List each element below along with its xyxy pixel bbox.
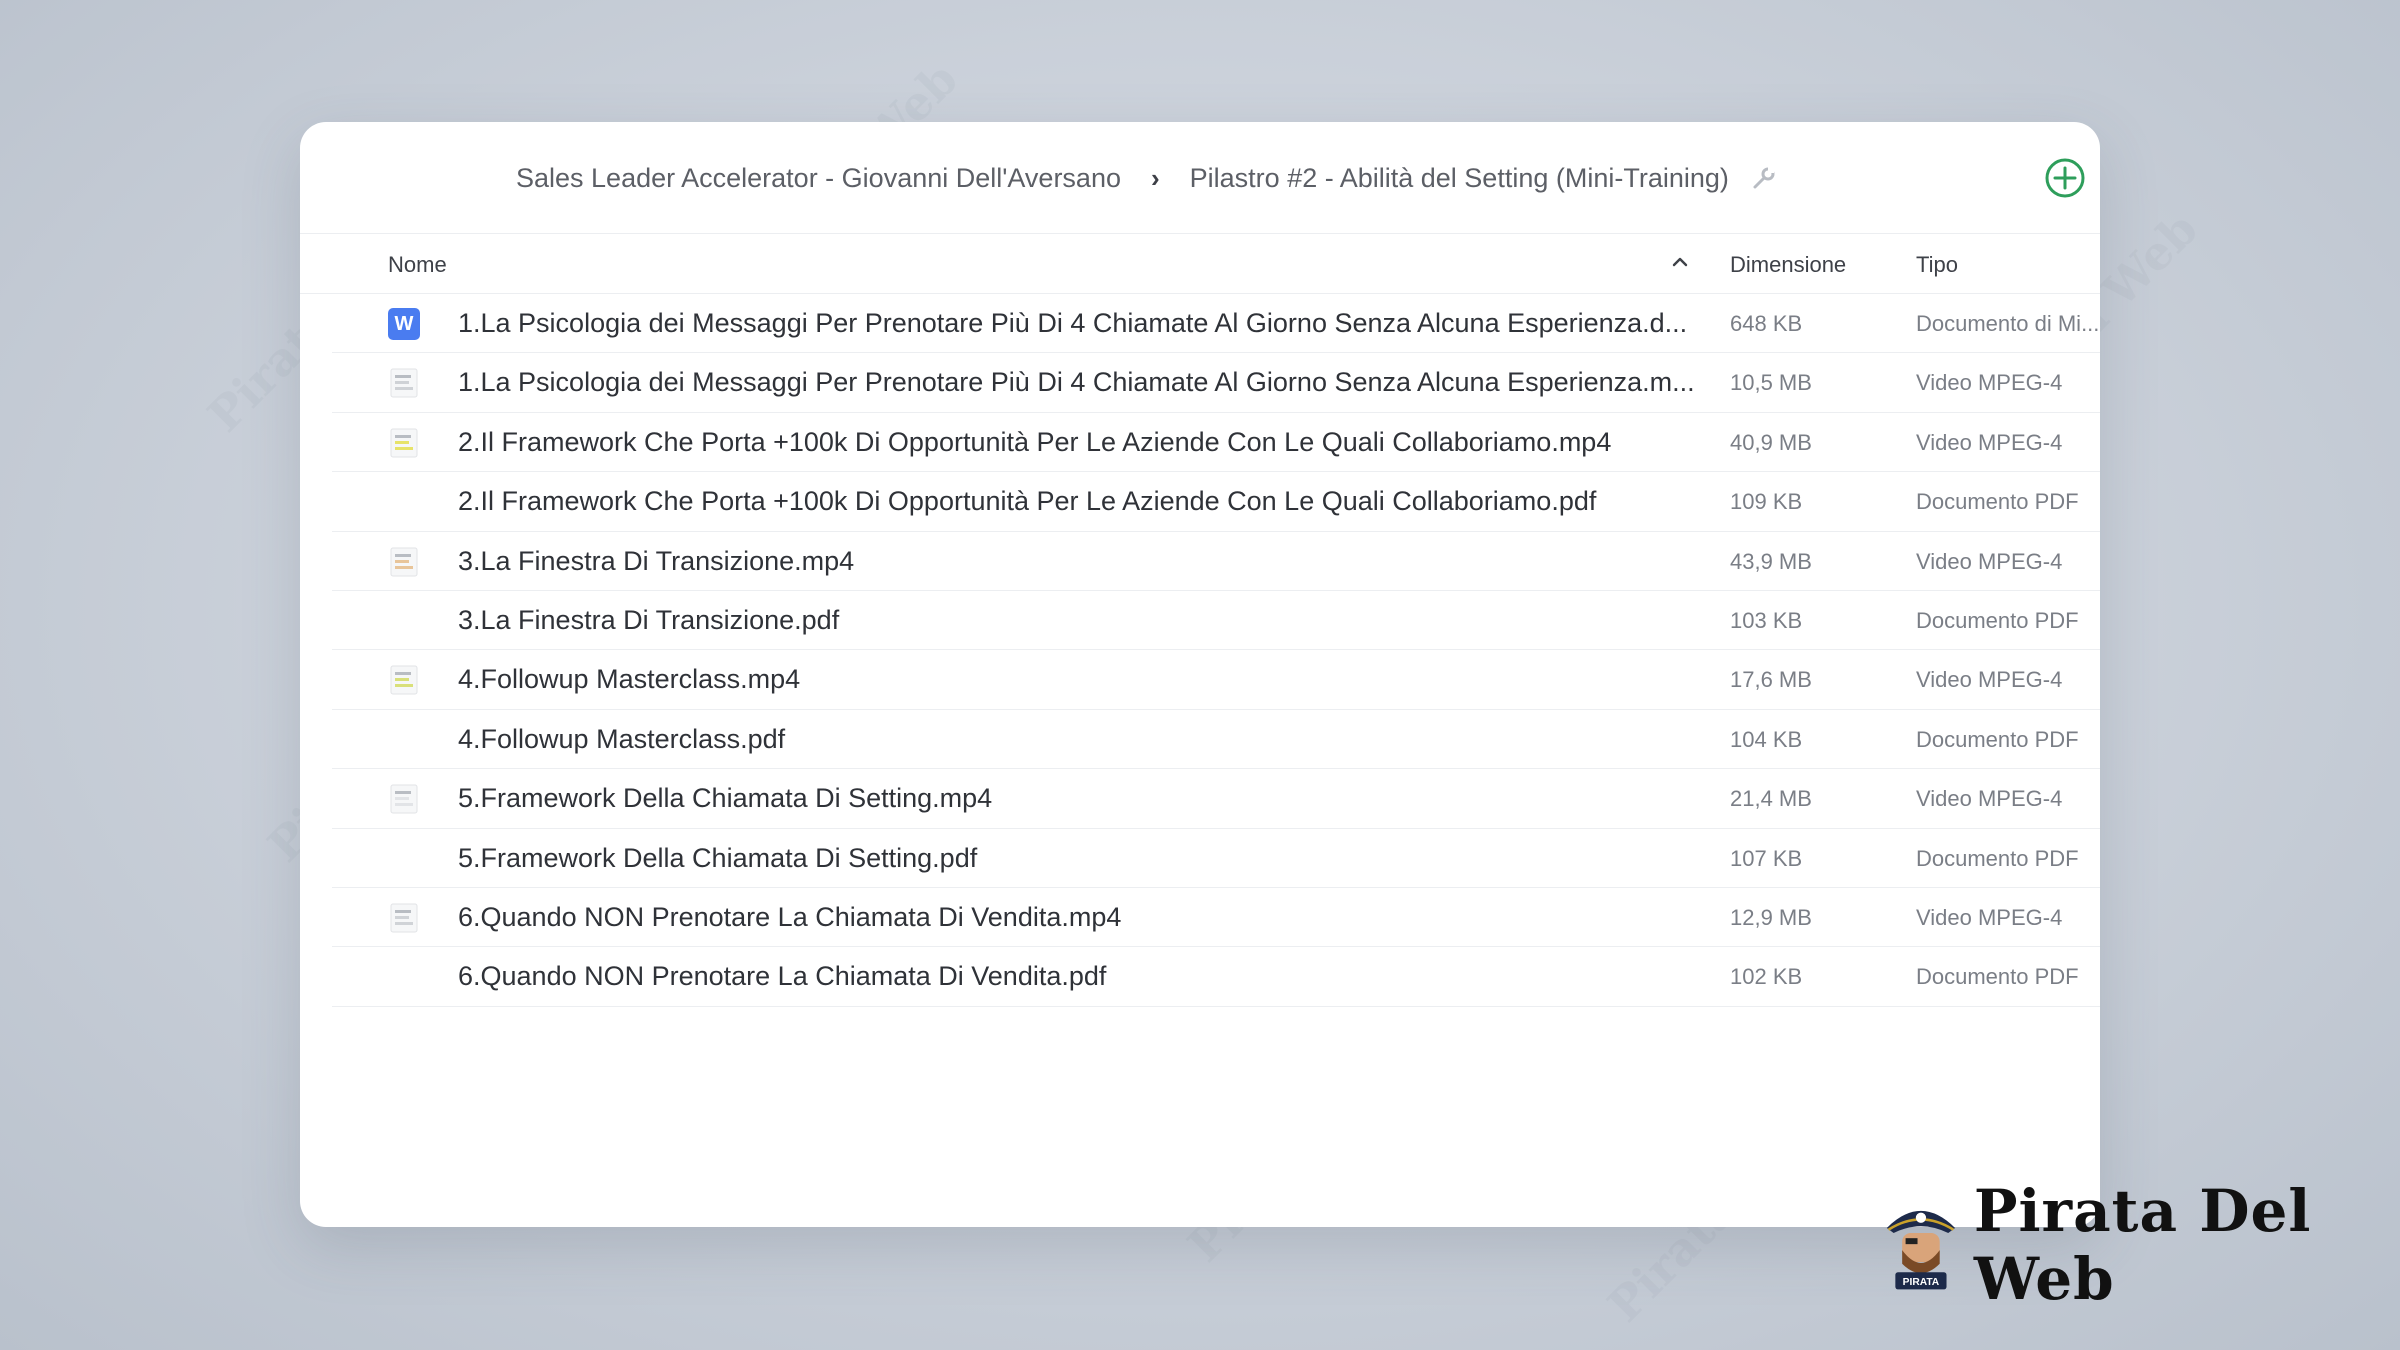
file-type: Documento PDF: [1916, 964, 2079, 990]
video-thumbnail-icon: [388, 783, 420, 815]
file-type: Documento PDF: [1916, 607, 2079, 633]
file-size: 107 KB: [1730, 845, 1803, 871]
file-name[interactable]: 4.Followup Masterclass.pdf: [458, 724, 1698, 755]
file-size: 40,9 MB: [1730, 429, 1812, 455]
pdf-icon: [388, 961, 420, 993]
video-thumbnail-icon: [388, 664, 420, 696]
pirate-logo-icon: PIRATA: [1886, 1210, 1956, 1290]
file-type: Documento PDF: [1916, 845, 2079, 871]
file-type: Video MPEG-4: [1916, 667, 2063, 693]
file-row[interactable]: W 1.La Psicologia dei Messaggi Per Prenot…: [332, 294, 2100, 354]
file-name[interactable]: 1.La Psicologia dei Messaggi Per Prenota…: [458, 308, 1698, 339]
file-row[interactable]: 6.Quando NON Prenotare La Chiamata Di Ve…: [332, 947, 2100, 1007]
file-name[interactable]: 4.Followup Masterclass.mp4: [458, 664, 1698, 695]
pdf-icon: [388, 724, 420, 756]
video-thumbnail-icon: [388, 546, 420, 578]
word-doc-icon: W: [388, 308, 420, 340]
file-row[interactable]: 1.La Psicologia dei Messaggi Per Prenota…: [332, 353, 2100, 413]
file-name[interactable]: 6.Quando NON Prenotare La Chiamata Di Ve…: [458, 961, 1698, 992]
file-size: 10,5 MB: [1730, 370, 1812, 396]
file-list: W 1.La Psicologia dei Messaggi Per Prenot…: [332, 294, 2100, 1007]
column-header-name[interactable]: Nome: [388, 252, 447, 278]
add-button[interactable]: [2044, 157, 2086, 199]
plus-circle-icon: [2045, 158, 2085, 198]
file-row[interactable]: 6.Quando NON Prenotare La Chiamata Di Ve…: [332, 888, 2100, 948]
video-thumbnail-icon: [388, 427, 420, 459]
file-size: 102 KB: [1730, 964, 1803, 990]
file-name[interactable]: 5.Framework Della Chiamata Di Setting.mp…: [458, 783, 1698, 814]
file-row[interactable]: 3.La Finestra Di Transizione.mp4 43,9 MB V…: [332, 532, 2100, 591]
file-type: Documento PDF: [1916, 726, 2079, 752]
breadcrumb: Sales Leader Accelerator - Giovanni Dell…: [516, 122, 1777, 234]
file-row[interactable]: 2.Il Framework Che Porta +100k Di Opport…: [332, 472, 2100, 532]
file-browser-window: Sales Leader Accelerator - Giovanni Dell…: [300, 122, 2100, 1227]
file-row[interactable]: 4.Followup Masterclass.mp4 17,6 MB Video M…: [332, 650, 2100, 710]
file-type: Video MPEG-4: [1916, 370, 2063, 396]
file-type: Video MPEG-4: [1916, 548, 2063, 574]
wrench-icon[interactable]: [1751, 165, 1777, 191]
file-name[interactable]: 6.Quando NON Prenotare La Chiamata Di Ve…: [458, 902, 1698, 933]
file-type: Video MPEG-4: [1916, 429, 2063, 455]
svg-text:PIRATA: PIRATA: [1903, 1277, 1940, 1288]
file-size: 21,4 MB: [1730, 786, 1812, 812]
file-name[interactable]: 2.Il Framework Che Porta +100k Di Opport…: [458, 427, 1698, 458]
window-header: Sales Leader Accelerator - Giovanni Dell…: [300, 122, 2100, 234]
file-size: 17,6 MB: [1730, 667, 1812, 693]
column-header-type[interactable]: Tipo: [1916, 252, 1958, 278]
breadcrumb-separator-icon: ›: [1150, 162, 1160, 193]
file-name[interactable]: 1.La Psicologia dei Messaggi Per Prenota…: [458, 367, 1698, 398]
file-name[interactable]: 3.La Finestra Di Transizione.mp4: [458, 546, 1698, 577]
file-name[interactable]: 3.La Finestra Di Transizione.pdf: [458, 605, 1698, 636]
file-size: 104 KB: [1730, 726, 1803, 752]
file-size: 648 KB: [1730, 311, 1803, 336]
file-row[interactable]: 3.La Finestra Di Transizione.pdf 103 KB Do…: [332, 591, 2100, 651]
file-size: 109 KB: [1730, 489, 1803, 515]
file-size: 103 KB: [1730, 607, 1803, 633]
file-size: 43,9 MB: [1730, 548, 1812, 574]
file-row[interactable]: 5.Framework Della Chiamata Di Setting.mp…: [332, 769, 2100, 829]
sort-ascending-icon[interactable]: [1668, 250, 1692, 274]
pdf-icon: [388, 486, 420, 518]
video-thumbnail-icon: [388, 367, 420, 399]
column-header-row: Nome Dimensione Tipo: [300, 234, 2100, 294]
file-type: Video MPEG-4: [1916, 786, 2063, 812]
breadcrumb-root[interactable]: Sales Leader Accelerator - Giovanni Dell…: [516, 163, 1121, 194]
file-type: Documento di Mi...: [1916, 311, 2100, 336]
brand-watermark: PIRATA Pirata Del Web: [1880, 1177, 2400, 1313]
file-row[interactable]: 4.Followup Masterclass.pdf 104 KB Document…: [332, 710, 2100, 770]
file-name[interactable]: 5.Framework Della Chiamata Di Setting.pd…: [458, 843, 1698, 874]
video-thumbnail-icon: [388, 902, 420, 934]
pdf-icon: [388, 605, 420, 637]
pdf-icon: [388, 843, 420, 875]
breadcrumb-current[interactable]: Pilastro #2 - Abilità del Setting (Mini-…: [1190, 163, 1729, 194]
brand-name: Pirata Del Web: [1973, 1177, 2312, 1313]
file-size: 12,9 MB: [1730, 904, 1812, 930]
file-type: Video MPEG-4: [1916, 904, 2063, 930]
column-header-size[interactable]: Dimensione: [1730, 252, 1846, 278]
file-row[interactable]: 5.Framework Della Chiamata Di Setting.pd…: [332, 829, 2100, 888]
file-type: Documento PDF: [1916, 489, 2079, 515]
file-name[interactable]: 2.Il Framework Che Porta +100k Di Opport…: [458, 486, 1698, 517]
file-row[interactable]: 2.Il Framework Che Porta +100k Di Opport…: [332, 413, 2100, 473]
